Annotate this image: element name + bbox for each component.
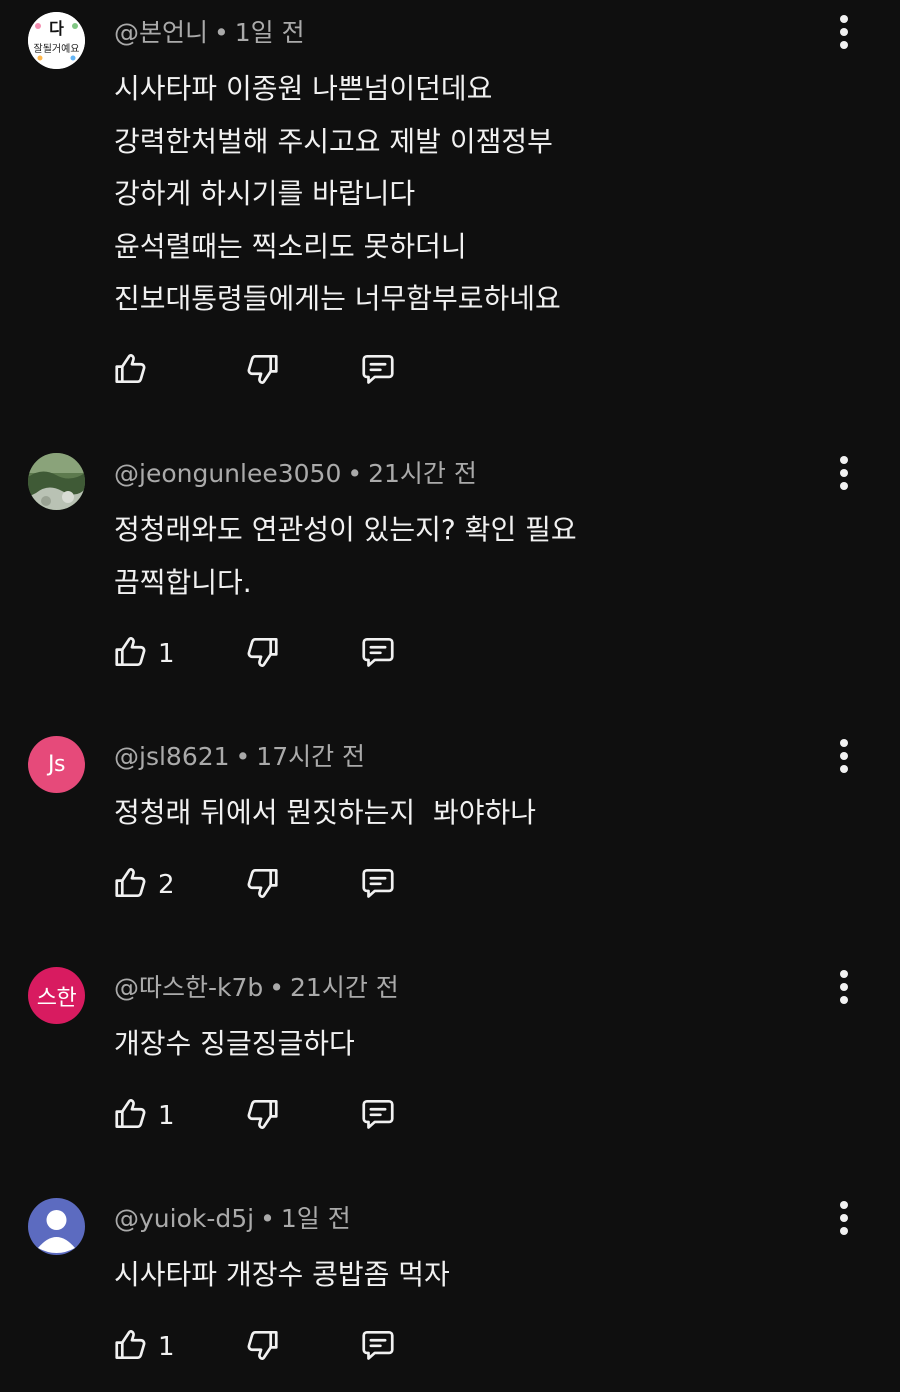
- thumbs-down-icon: [243, 633, 281, 675]
- more-vert-icon[interactable]: [832, 15, 856, 49]
- like-button[interactable]: [112, 349, 150, 393]
- separator-dot: •: [235, 742, 251, 771]
- avatar-image: 다 잘될거예요: [28, 12, 85, 69]
- reply-button[interactable]: [359, 1325, 397, 1369]
- author-handle[interactable]: @jeongunlee3050: [114, 459, 341, 488]
- thumbs-up-icon: [112, 1326, 150, 1368]
- svg-text:다: 다: [49, 19, 64, 38]
- comment-body: 개장수 징글징글하다: [114, 1018, 355, 1071]
- avatar[interactable]: [28, 1198, 85, 1255]
- dislike-button[interactable]: [243, 863, 281, 907]
- more-vert-icon[interactable]: [832, 970, 856, 1004]
- comment-header: @jeongunlee3050 • 21시간 전: [114, 459, 477, 489]
- more-vert-icon[interactable]: [832, 456, 856, 490]
- dislike-button[interactable]: [243, 1325, 281, 1369]
- comment-body: 시사타파 이종원 나쁜넘이던데요강력한처벌해 주시고요 제발 이잼정부강하게 하…: [114, 63, 561, 326]
- avatar-initials: Js: [48, 752, 65, 777]
- comment-actions: [112, 349, 432, 393]
- comment-text-line: 정청래와도 연관성이 있는지? 확인 필요: [114, 513, 577, 546]
- avatar[interactable]: [28, 453, 85, 510]
- like-count: 1: [158, 639, 175, 669]
- avatar[interactable]: 다 잘될거예요: [28, 12, 85, 69]
- comment-header: @yuiok-d5j • 1일 전: [114, 1204, 351, 1234]
- dislike-button[interactable]: [243, 349, 281, 393]
- separator-dot: •: [269, 973, 285, 1002]
- thumbs-up-icon: [112, 633, 150, 675]
- reply-icon: [359, 633, 397, 675]
- comment-text-line: 개장수 징글징글하다: [114, 1027, 355, 1060]
- separator-dot: •: [347, 459, 363, 488]
- thumbs-up-icon: [112, 864, 150, 906]
- comment-actions: 1: [112, 1325, 432, 1369]
- comment-time[interactable]: 21시간 전: [368, 459, 477, 488]
- thumbs-up-icon: [112, 350, 150, 392]
- comment-time[interactable]: 1일 전: [235, 18, 305, 47]
- comment-text-line: 끔찍합니다.: [114, 565, 252, 599]
- reply-button[interactable]: [359, 1094, 397, 1138]
- avatar[interactable]: Js: [28, 736, 85, 793]
- reply-button[interactable]: [359, 863, 397, 907]
- comment-text-line: 진보대통령들에게는 너무함부로하네요: [114, 282, 561, 315]
- like-count: 2: [158, 870, 175, 900]
- reply-icon: [359, 1095, 397, 1137]
- dislike-button[interactable]: [243, 632, 281, 676]
- thumbs-down-icon: [243, 1326, 281, 1368]
- comment-text-line: 정청래 뒤에서 뭔짓하는지 봐야하나: [114, 796, 537, 829]
- comment-actions: 1: [112, 632, 432, 676]
- comment-time[interactable]: 1일 전: [281, 1204, 351, 1233]
- comment-header: @본언니 • 1일 전: [114, 18, 305, 48]
- thumbs-down-icon: [243, 1095, 281, 1137]
- svg-text:잘될거예요: 잘될거예요: [34, 43, 80, 55]
- comment-body: 정청래 뒤에서 뭔짓하는지 봐야하나: [114, 787, 536, 840]
- comment-time[interactable]: 17시간 전: [256, 742, 365, 771]
- reply-icon: [359, 1326, 397, 1368]
- comment-body: 정청래와도 연관성이 있는지? 확인 필요끔찍합니다.: [114, 504, 577, 609]
- reply-button[interactable]: [359, 632, 397, 676]
- author-handle[interactable]: @jsl8621: [114, 742, 230, 771]
- comment-actions: 2: [112, 863, 432, 907]
- comment-text-line: 시사타파 개장수 콩밥좀 먹자: [114, 1258, 450, 1291]
- separator-dot: •: [260, 1204, 275, 1233]
- like-count: 1: [158, 1332, 175, 1362]
- avatar-photo: [28, 453, 85, 510]
- author-handle[interactable]: @따스한-k7b: [114, 973, 263, 1002]
- avatar[interactable]: 스한: [28, 967, 85, 1024]
- comment-text-line: 시사타파 이종원 나쁜넘이던데요: [114, 72, 493, 105]
- default-user-icon: [38, 1210, 75, 1253]
- thumbs-down-icon: [243, 864, 281, 906]
- author-handle[interactable]: @yuiok-d5j: [114, 1204, 254, 1233]
- dislike-button[interactable]: [243, 1094, 281, 1138]
- reply-button[interactable]: [359, 349, 397, 393]
- reply-icon: [359, 864, 397, 906]
- like-button[interactable]: 2: [112, 863, 175, 907]
- comment-text-line: 강력한처벌해 주시고요 제발 이잼정부: [114, 124, 553, 158]
- thumbs-down-icon: [243, 350, 281, 392]
- comment-text-line: 강하게 하시기를 바랍니다: [114, 177, 416, 210]
- avatar-initials: 스한: [36, 985, 77, 1011]
- like-button[interactable]: 1: [112, 632, 175, 676]
- more-vert-icon[interactable]: [832, 1201, 856, 1235]
- comment-body: 시사타파 개장수 콩밥좀 먹자: [114, 1249, 450, 1302]
- comment-text-line: 윤석렬때는 찍소리도 못하더니: [114, 229, 467, 263]
- like-button[interactable]: 1: [112, 1325, 175, 1369]
- thumbs-up-icon: [112, 1095, 150, 1137]
- comment-time[interactable]: 21시간 전: [290, 973, 399, 1002]
- author-handle[interactable]: @본언니: [114, 18, 208, 47]
- more-vert-icon[interactable]: [832, 739, 856, 773]
- comment-header: @따스한-k7b • 21시간 전: [114, 973, 399, 1003]
- separator-dot: •: [214, 18, 229, 47]
- like-button[interactable]: 1: [112, 1094, 175, 1138]
- comment-header: @jsl8621 • 17시간 전: [114, 742, 365, 772]
- comment-actions: 1: [112, 1094, 432, 1138]
- like-count: 1: [158, 1101, 175, 1131]
- reply-icon: [359, 350, 397, 392]
